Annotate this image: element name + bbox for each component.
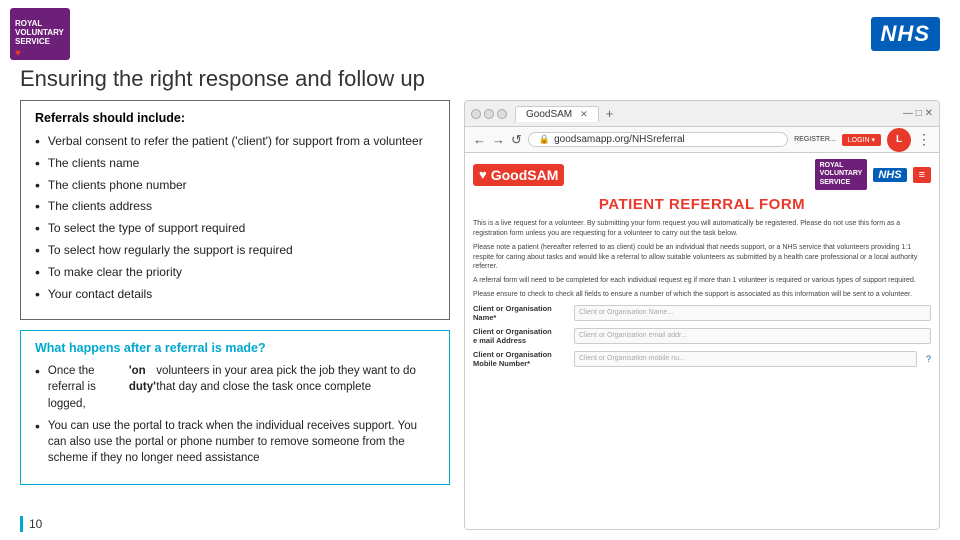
list-item: Once the referral is logged, 'on duty' v… [35, 363, 435, 411]
browser-min-btn[interactable] [484, 109, 494, 119]
svg-text:VOLUNTARY: VOLUNTARY [15, 28, 65, 37]
left-panel: Referrals should include: Verbal consent… [20, 100, 450, 530]
lock-icon: 🔒 [539, 134, 550, 145]
help-icon[interactable]: ? [926, 354, 931, 364]
list-item: You can use the portal to track when the… [35, 418, 435, 466]
list-item: To make clear the priority [35, 264, 435, 281]
user-avatar: L [896, 134, 902, 145]
forward-button[interactable]: → [492, 132, 505, 147]
form-input-name[interactable]: Client or Organisation Name... [574, 305, 931, 321]
rvs-logo: ROYAL VOLUNTARY SERVICE ♥ [10, 8, 70, 60]
register-label: REGISTER... [794, 136, 836, 143]
header-logos: ROYALVOLUNTARYSERVICE NHS ≡ [815, 159, 931, 190]
after-referral-heading: What happens after a referral is made? [35, 341, 435, 355]
referrals-list: Verbal consent to refer the patient ('cl… [35, 133, 435, 302]
nhs-logo: NHS [871, 17, 940, 51]
svg-text:SERVICE: SERVICE [15, 37, 51, 46]
list-item: The clients phone number [35, 177, 435, 194]
back-button[interactable]: ← [473, 132, 486, 147]
after-referral-box: What happens after a referral is made? O… [20, 330, 450, 485]
goodsam-logo: ♥ GoodSAM [473, 164, 564, 186]
input-placeholder: Client or Organisation mobile nu... [579, 355, 685, 362]
after-referral-list: Once the referral is logged, 'on duty' v… [35, 363, 435, 466]
list-item: Your contact details [35, 286, 435, 303]
window-controls: — □ ✕ [903, 108, 933, 119]
browser-close-btn[interactable] [471, 109, 481, 119]
top-bar: ROYAL VOLUNTARY SERVICE ♥ NHS [0, 0, 960, 64]
info-text-2: Please note a patient (hereafter referre… [473, 243, 931, 272]
referrals-heading: Referrals should include: [35, 111, 435, 125]
list-item: The clients address [35, 198, 435, 215]
page-number-area: 10 [20, 516, 42, 532]
form-row-mobile: Client or OrganisationMobile Number* Cli… [473, 350, 931, 368]
referrals-box: Referrals should include: Verbal consent… [20, 100, 450, 320]
input-placeholder: Client or Organisation Name... [579, 309, 673, 316]
info-text-3: A referral form will need to be complete… [473, 276, 931, 286]
browser-menu-icon[interactable]: ⋮ [917, 131, 931, 148]
tab-add-icon[interactable]: + [606, 106, 614, 121]
browser-max-btn[interactable] [497, 109, 507, 119]
list-item: To select how regularly the support is r… [35, 242, 435, 259]
nhs-small-logo: NHS [873, 168, 906, 182]
form-input-email[interactable]: Client or Organisation email addr... [574, 328, 931, 344]
form-label-mobile: Client or OrganisationMobile Number* [473, 350, 568, 368]
list-item: Verbal consent to refer the patient ('cl… [35, 133, 435, 150]
info-text-4: Please ensure to check to check all fiel… [473, 290, 931, 300]
goodsam-brand-text: GoodSAM [491, 167, 559, 183]
login-area: REGISTER... LOGIN ▾ [794, 134, 881, 146]
heart-icon: ♥ [479, 167, 487, 182]
info-text-1: This is a live request for a volunteer. … [473, 219, 931, 239]
form-row-name: Client or OrganisationName* Client or Or… [473, 304, 931, 322]
address-bar[interactable]: 🔒 goodsamapp.org/NHSreferral [528, 132, 788, 147]
hamburger-menu-icon[interactable]: ≡ [913, 167, 931, 183]
page-title: Ensuring the right response and follow u… [0, 64, 960, 100]
list-item: To select the type of support required [35, 220, 435, 237]
bold-text: 'on duty' [129, 363, 156, 395]
tab-close-icon[interactable]: ✕ [580, 109, 588, 120]
browser-addressbar: ← → ↺ 🔒 goodsamapp.org/NHSreferral REGIS… [465, 127, 939, 153]
input-placeholder: Client or Organisation email addr... [579, 332, 687, 339]
list-item: The clients name [35, 155, 435, 172]
browser-titlebar: GoodSAM ✕ + — □ ✕ [465, 101, 939, 127]
goodsam-header: ♥ GoodSAM ROYALVOLUNTARYSERVICE NHS ≡ [473, 159, 931, 190]
tab-label: GoodSAM [526, 109, 572, 120]
browser-tab[interactable]: GoodSAM ✕ [515, 106, 599, 122]
form-label-email: Client or Organisatione mail Address [473, 327, 568, 345]
svg-text:ROYAL: ROYAL [15, 19, 42, 28]
form-label-name: Client or OrganisationName* [473, 304, 568, 322]
refresh-button[interactable]: ↺ [511, 132, 522, 148]
patient-referral-title: PATIENT REFERRAL FORM [473, 196, 931, 213]
content-area: Referrals should include: Verbal consent… [0, 100, 960, 530]
goodsam-logo-block: ♥ GoodSAM [473, 164, 564, 186]
page-number: 10 [29, 517, 42, 531]
url-text: goodsamapp.org/NHSreferral [554, 134, 685, 145]
rvs-small-logo: ROYALVOLUNTARYSERVICE [815, 159, 868, 190]
page-bar [20, 516, 23, 532]
form-row-email: Client or Organisatione mail Address Cli… [473, 327, 931, 345]
browser-content: ♥ GoodSAM ROYALVOLUNTARYSERVICE NHS ≡ PA… [465, 153, 939, 529]
browser-window: GoodSAM ✕ + — □ ✕ ← → ↺ 🔒 goodsamapp.org… [464, 100, 940, 530]
form-input-mobile[interactable]: Client or Organisation mobile nu... [574, 351, 917, 367]
svg-text:♥: ♥ [15, 48, 21, 59]
login-button[interactable]: LOGIN ▾ [842, 134, 881, 146]
